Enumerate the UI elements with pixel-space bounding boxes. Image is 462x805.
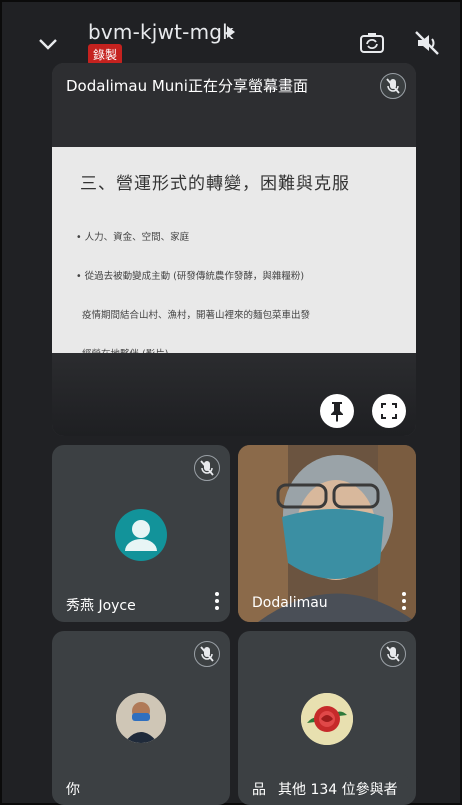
other-participants-label[interactable]: 其他 134 位參與者 [278, 779, 398, 799]
slide-line: • 從過去被動變成主動 (研發傳統農作發酵，與雜糧粉) [76, 271, 305, 282]
recording-badge: 錄製 [88, 44, 123, 65]
fullscreen-button[interactable] [372, 394, 406, 428]
shared-slide: 三、營運形式的轉變，困難與克服 • 人力、資金、空間、家庭 • 從過去被動變成主… [52, 147, 416, 360]
mic-off-icon [380, 641, 406, 667]
avatar [116, 693, 166, 743]
participant-name: 你 [66, 782, 80, 798]
screen-share-tile[interactable]: Dodalimau Muni正在分享螢幕畫面 三、營運形式的轉變，困難與克服 •… [52, 63, 416, 436]
rose-avatar-icon [301, 693, 353, 745]
slide-line: 疫情期間結合山村、漁村，開著山裡來的麵包菜車出發 [76, 310, 311, 321]
mic-off-icon [380, 73, 406, 99]
pin-button[interactable] [320, 394, 354, 428]
participant-tile[interactable]: 秀燕 Joyce [52, 445, 230, 622]
participant-name: Dodalimau [252, 595, 328, 611]
more-options-icon[interactable] [214, 591, 220, 611]
pin-icon [331, 402, 343, 422]
share-footer [52, 353, 416, 436]
more-options-icon[interactable] [401, 591, 407, 611]
mic-off-icon [194, 455, 220, 481]
participant-video-tile[interactable]: Dodalimau [238, 445, 416, 622]
chevron-down-icon[interactable] [36, 32, 60, 56]
caret-right-icon[interactable] [226, 26, 236, 38]
slide-title: 三、營運形式的轉變，困難與克服 [80, 174, 350, 194]
avatar-photo [116, 693, 166, 743]
avatar [301, 693, 353, 745]
avatar [115, 509, 167, 561]
speaker-off-icon[interactable] [413, 29, 441, 57]
fullscreen-icon [381, 403, 397, 419]
meeting-code[interactable]: bvm-kjwt-mgk [88, 20, 234, 44]
presenter-label: Dodalimau Muni正在分享螢幕畫面 [66, 77, 308, 95]
top-bar: bvm-kjwt-mgk 錄製 [0, 0, 462, 65]
slide-line: • 人力、資金、空間、家庭 [76, 232, 190, 243]
mic-off-icon [194, 641, 220, 667]
participant-name: 秀燕 Joyce [66, 598, 136, 614]
switch-camera-icon[interactable] [358, 29, 386, 57]
participant-tile-self[interactable]: 你 [52, 631, 230, 805]
participant-name: 品 [252, 782, 266, 798]
person-icon [125, 520, 157, 551]
